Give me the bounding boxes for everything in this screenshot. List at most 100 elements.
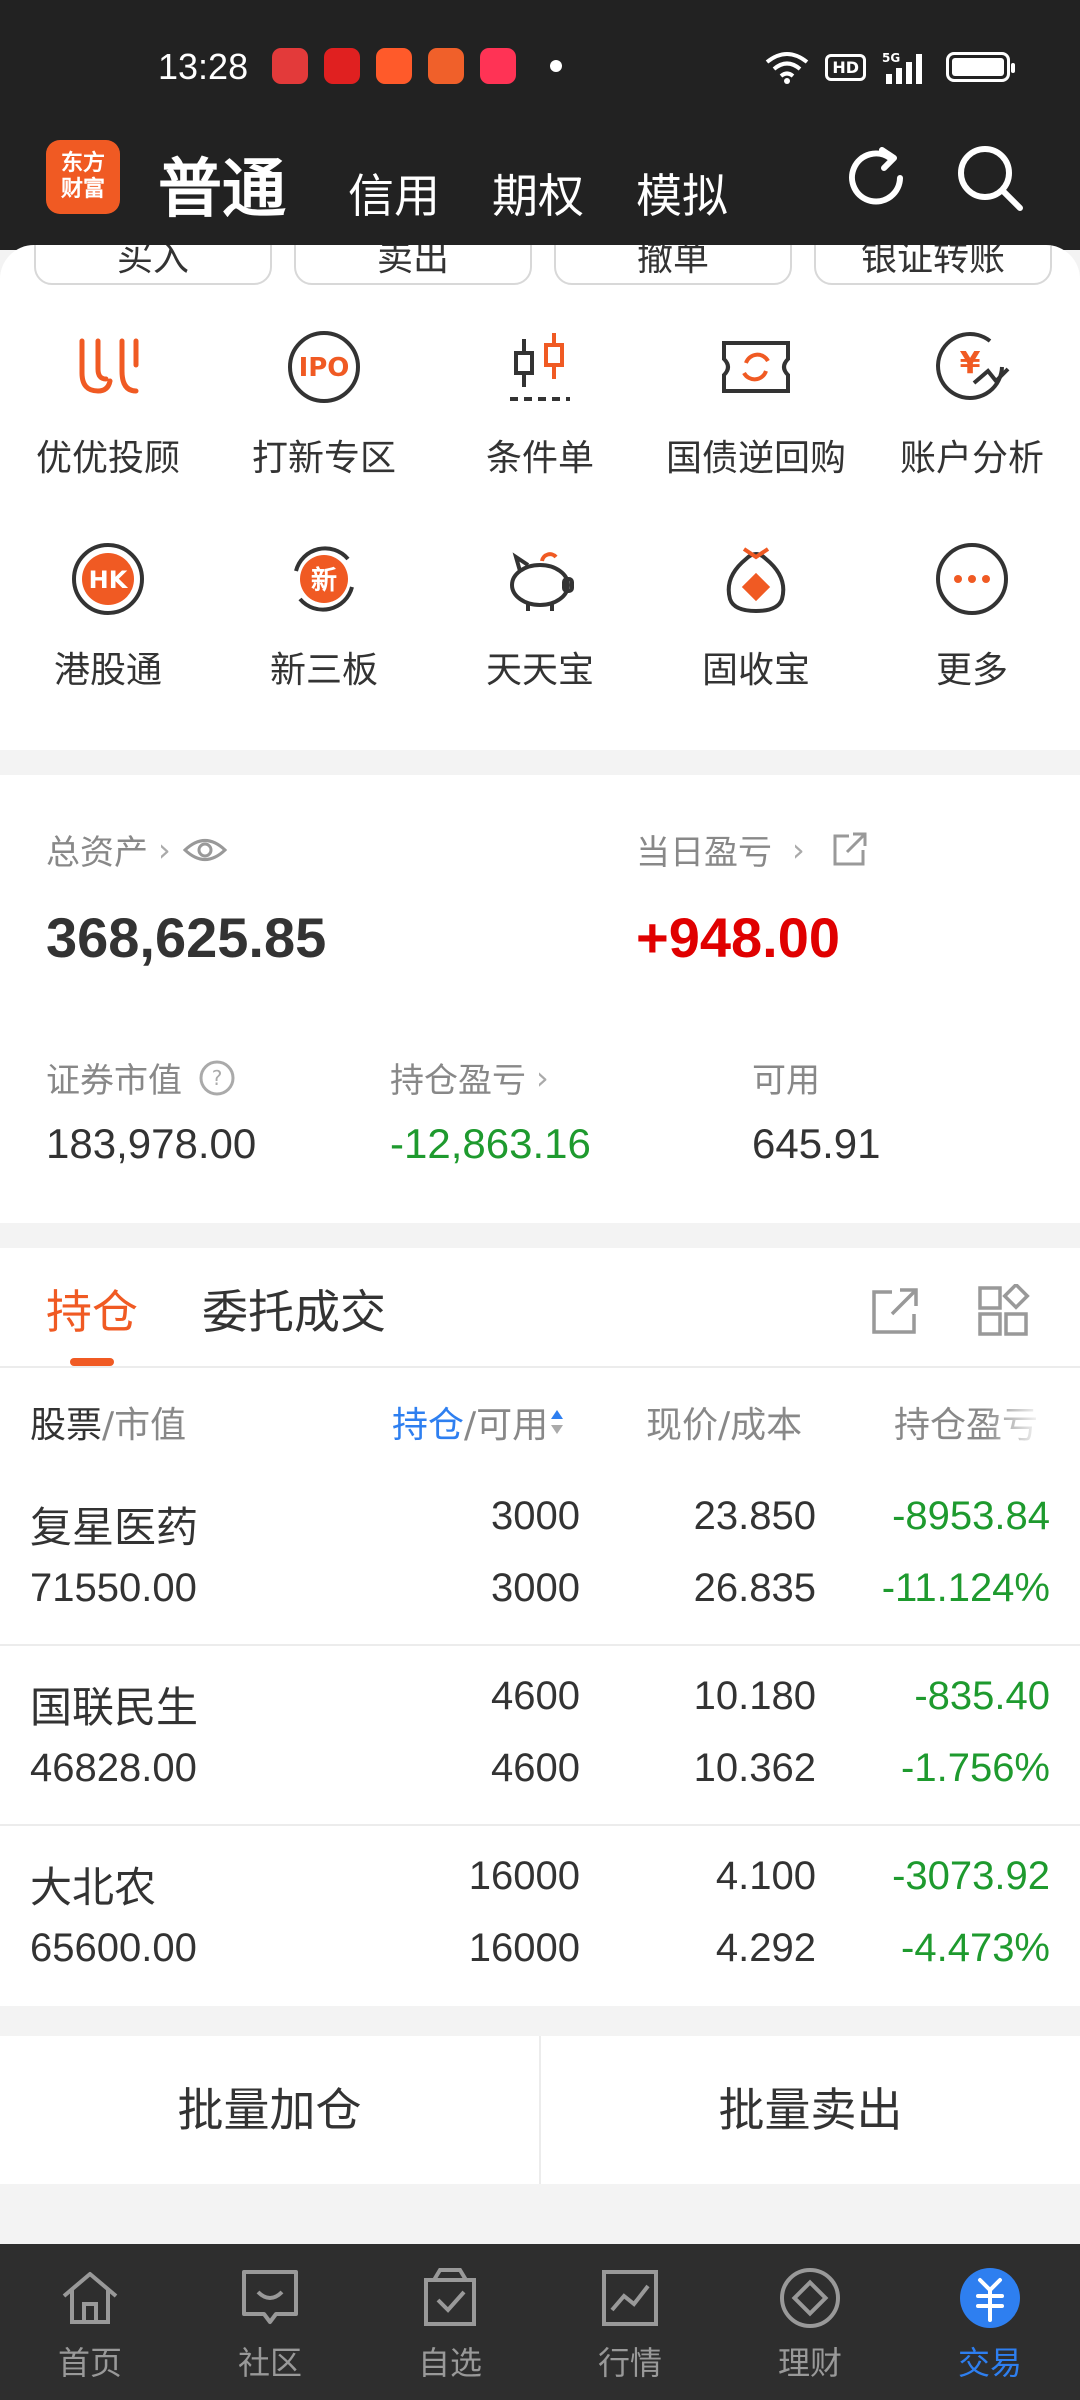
feature-label: 港股通 bbox=[53, 650, 162, 691]
yen-chart-icon: ¥ bbox=[936, 332, 1010, 400]
position-pl-value: -12,863.16 bbox=[390, 1120, 591, 1167]
feature-label: 国债逆回购 bbox=[665, 438, 846, 479]
col-stock-market: 股票/市值 bbox=[30, 1396, 186, 1448]
hk-icon: HK bbox=[72, 543, 144, 615]
daily-pl-link[interactable]: 当日盈亏 › bbox=[636, 825, 869, 874]
cost-price: 10.362 bbox=[693, 1746, 816, 1790]
search-icon[interactable] bbox=[952, 140, 1028, 216]
trade-icon bbox=[960, 2268, 1020, 2328]
nav-market[interactable]: 行情 bbox=[540, 2244, 720, 2400]
batch-sell-button[interactable]: 批量卖出 bbox=[541, 2036, 1080, 2184]
available-qty: 3000 bbox=[491, 1566, 580, 1610]
bank-transfer-button[interactable]: 银证转账 bbox=[814, 245, 1052, 285]
nav-wealth[interactable]: 理财 bbox=[720, 2244, 900, 2400]
nav-label: 自选 bbox=[417, 2344, 482, 2382]
more-notifications-icon bbox=[550, 60, 562, 72]
feature-hk-connect[interactable]: HK 港股通 bbox=[0, 537, 216, 693]
position-pl-pct: -1.756% bbox=[901, 1746, 1050, 1790]
feature-ipo[interactable]: IPO 打新专区 bbox=[216, 325, 432, 481]
daily-pl-value: +948.00 bbox=[636, 906, 840, 969]
tab-normal[interactable]: 普通 bbox=[158, 138, 286, 230]
current-price: 23.850 bbox=[693, 1494, 816, 1538]
app-icon bbox=[272, 48, 308, 84]
table-row[interactable]: 大北农 65600.00 16000 16000 4.100 4.292 -30… bbox=[0, 1836, 1080, 2016]
svg-text:¥: ¥ bbox=[960, 346, 981, 381]
feature-card: 买入 卖出 撤单 银证转账 优优投顾 IPO 打新专区 条件单 国债逆回购 ¥ … bbox=[0, 245, 1080, 750]
video-icon bbox=[376, 48, 412, 84]
market-icon bbox=[602, 2270, 658, 2326]
stock-name: 大北农 bbox=[30, 1863, 157, 1912]
nav-community[interactable]: 社区 bbox=[180, 2244, 360, 2400]
hold-qty: 4600 bbox=[491, 1674, 580, 1718]
market-value: 71550.00 bbox=[30, 1566, 197, 1610]
col-market: /市值 bbox=[102, 1405, 187, 1446]
eye-icon[interactable] bbox=[181, 835, 229, 865]
stock-name: 复星医药 bbox=[30, 1503, 199, 1552]
feature-bond-repo[interactable]: 国债逆回购 bbox=[648, 325, 864, 481]
ipo-icon: IPO bbox=[288, 331, 360, 403]
sell-button[interactable]: 卖出 bbox=[294, 245, 532, 285]
feature-uu-advisor[interactable]: 优优投顾 bbox=[0, 325, 216, 481]
table-row[interactable]: 复星医药 71550.00 3000 3000 23.850 26.835 -8… bbox=[0, 1476, 1080, 1656]
col-hold-available[interactable]: 持仓/可用 bbox=[392, 1396, 566, 1448]
cancel-order-button[interactable]: 撤单 bbox=[554, 245, 792, 285]
music-icon bbox=[480, 48, 516, 84]
refresh-icon[interactable] bbox=[838, 140, 914, 216]
share-icon[interactable] bbox=[829, 830, 869, 870]
grid-view-icon[interactable] bbox=[976, 1284, 1030, 1338]
market-value: 46828.00 bbox=[30, 1746, 197, 1790]
notification-icons bbox=[272, 48, 562, 84]
wifi-icon bbox=[766, 52, 809, 84]
position-pl: -3073.92 bbox=[892, 1854, 1050, 1898]
feature-account-analysis[interactable]: ¥ 账户分析 bbox=[864, 325, 1080, 481]
position-pl-link[interactable]: 持仓盈亏 › bbox=[390, 1053, 549, 1102]
cost-price: 26.835 bbox=[693, 1566, 816, 1610]
batch-add-button[interactable]: 批量加仓 bbox=[0, 2036, 539, 2184]
total-assets-link[interactable]: 总资产 › bbox=[46, 825, 229, 874]
position-pl-pct: -4.473% bbox=[901, 1926, 1050, 1970]
active-tab-indicator bbox=[70, 1358, 114, 1366]
battery-icon bbox=[946, 52, 1015, 82]
more-icon bbox=[936, 543, 1008, 615]
hd-icon: HD bbox=[825, 53, 866, 81]
nav-watchlist[interactable]: 自选 bbox=[360, 2244, 540, 2400]
feature-more[interactable]: 更多 bbox=[864, 537, 1080, 693]
market-value-label: 证券市值 bbox=[46, 1061, 182, 1101]
app-icon bbox=[428, 48, 464, 84]
tab-simulation[interactable]: 模拟 bbox=[636, 160, 728, 226]
daily-pl-label: 当日盈亏 bbox=[636, 833, 772, 873]
svg-text:HK: HK bbox=[89, 566, 129, 594]
svg-text:新: 新 bbox=[311, 565, 337, 596]
toutiao-icon bbox=[324, 48, 360, 84]
logo-line-1: 东方 bbox=[60, 151, 105, 176]
tab-options[interactable]: 期权 bbox=[492, 160, 584, 226]
status-time: 13:28 bbox=[158, 46, 249, 87]
positions-panel: 持仓 委托成交 股票/市值 持仓/可用 现价/成本 持仓盈亏 复星医药 7155… bbox=[0, 1248, 1080, 2006]
tab-positions[interactable]: 持仓 bbox=[46, 1276, 138, 1342]
position-pl: -835.40 bbox=[914, 1674, 1050, 1718]
table-row[interactable]: 国联民生 46828.00 4600 4600 10.180 10.362 -8… bbox=[0, 1656, 1080, 1836]
quick-actions: 买入 卖出 撤单 银证转账 bbox=[34, 245, 1052, 285]
market-value-label-group: 证券市值 ? bbox=[46, 1053, 236, 1102]
stock-name: 国联民生 bbox=[30, 1683, 199, 1732]
share-icon[interactable] bbox=[868, 1284, 922, 1338]
chevron-right-icon: › bbox=[536, 1058, 549, 1097]
tab-credit[interactable]: 信用 bbox=[348, 160, 440, 226]
feature-tiantianbao[interactable]: 天天宝 bbox=[432, 537, 648, 693]
watchlist-icon bbox=[424, 2268, 476, 2326]
svg-text:IPO: IPO bbox=[299, 353, 350, 383]
asset-summary: 总资产 › 368,625.85 当日盈亏 › +948.00 证券市值 ? 1… bbox=[0, 775, 1080, 1223]
feature-label: 天天宝 bbox=[485, 650, 594, 691]
wealth-icon bbox=[780, 2268, 840, 2328]
tab-orders[interactable]: 委托成交 bbox=[202, 1276, 386, 1342]
feature-grid: 优优投顾 IPO 打新专区 条件单 国债逆回购 ¥ 账户分析 HK 港股通 新 … bbox=[0, 325, 1080, 693]
feature-label: 账户分析 bbox=[899, 438, 1044, 479]
buy-button[interactable]: 买入 bbox=[34, 245, 272, 285]
feature-new-third-board[interactable]: 新 新三板 bbox=[216, 537, 432, 693]
feature-label: 新三板 bbox=[269, 650, 378, 691]
feature-guoshoubao[interactable]: 固收宝 bbox=[648, 537, 864, 693]
feature-conditional-order[interactable]: 条件单 bbox=[432, 325, 648, 481]
nav-home[interactable]: 首页 bbox=[0, 2244, 180, 2400]
nav-trade[interactable]: 交易 bbox=[900, 2244, 1080, 2400]
help-icon[interactable]: ? bbox=[198, 1059, 236, 1097]
